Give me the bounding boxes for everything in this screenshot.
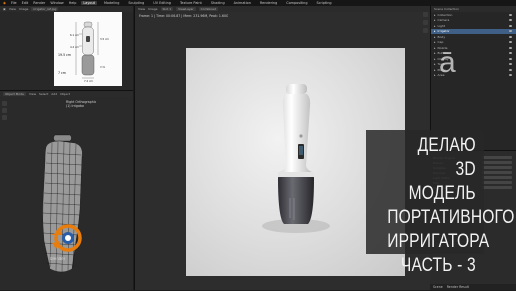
view-layer-dropdown[interactable]: ViewLayer bbox=[176, 7, 196, 11]
render-view-menu[interactable]: View bbox=[138, 7, 145, 11]
status-bar: Scene Render Result bbox=[430, 284, 516, 290]
property-field[interactable] bbox=[482, 161, 512, 164]
tab-texture-paint[interactable]: Texture Paint bbox=[178, 1, 204, 5]
wireframe-model bbox=[42, 134, 83, 273]
object-icon: ▸ bbox=[434, 62, 436, 67]
property-field[interactable] bbox=[482, 171, 512, 174]
visibility-eye-icon[interactable] bbox=[509, 46, 512, 49]
dim-mid-label: 4.2 cm bbox=[70, 45, 79, 49]
object-icon: ▸ bbox=[434, 18, 436, 23]
property-field[interactable] bbox=[482, 181, 512, 184]
slot-dropdown[interactable]: Slot 1 bbox=[160, 7, 174, 11]
reference-drawing: 6.1 cm 4.2 cm 3.5 cm 7.2 cm 19.5 cm 7 cm… bbox=[58, 21, 109, 83]
title-line-5: ЧАСТЬ - 3 bbox=[400, 255, 476, 276]
blender-logo-icon bbox=[50, 224, 82, 252]
tab-sculpting[interactable]: Sculpting bbox=[126, 1, 146, 5]
object-icon: ▸ bbox=[434, 51, 436, 56]
property-field[interactable] bbox=[482, 176, 512, 179]
tab-animation[interactable]: Animation bbox=[232, 1, 253, 5]
title-line-1: ДЕЛАЮ bbox=[417, 135, 476, 156]
render-view-header: View Image Slot 1 ViewLayer Combined bbox=[135, 6, 430, 12]
object-icon: ▸ bbox=[434, 12, 436, 17]
object-icon: ▸ bbox=[434, 23, 436, 28]
menu-window[interactable]: Window bbox=[50, 1, 63, 5]
blender-menu-icon[interactable]: ◉ bbox=[3, 1, 6, 5]
n-panel-tabs bbox=[421, 12, 430, 82]
editor-type-icon[interactable]: ▣ bbox=[3, 7, 6, 11]
dim-side-label: 3.5 cm bbox=[100, 37, 109, 41]
property-field[interactable] bbox=[482, 156, 512, 159]
visibility-eye-icon[interactable] bbox=[509, 19, 512, 22]
menu-render[interactable]: Render bbox=[33, 1, 45, 5]
render-image-menu[interactable]: Image bbox=[148, 7, 157, 11]
property-field[interactable] bbox=[482, 186, 512, 189]
visibility-eye-icon[interactable] bbox=[509, 57, 512, 60]
title-line-3: ПОРТАТИВНОГО bbox=[387, 207, 515, 228]
visibility-eye-icon[interactable] bbox=[509, 30, 512, 33]
blender-logo-text: blender bbox=[50, 257, 66, 261]
menu-help[interactable]: Help bbox=[69, 1, 77, 5]
tool-tab[interactable] bbox=[423, 20, 428, 25]
tab-layout[interactable]: Layout bbox=[81, 1, 97, 5]
status-scene: Scene bbox=[433, 285, 443, 289]
status-render-result: Render Result bbox=[446, 285, 469, 289]
outliner-item-label: Cap bbox=[437, 40, 444, 45]
image-name-field[interactable]: irrigator_ref.jpg bbox=[31, 7, 59, 11]
object-icon: ▸ bbox=[434, 40, 436, 45]
object-icon: ▸ bbox=[434, 45, 436, 50]
dim-top-label: 6.1 cm bbox=[70, 33, 79, 37]
dim-base-label: 7.2 cm bbox=[84, 79, 93, 83]
visibility-eye-icon[interactable] bbox=[509, 68, 512, 71]
visibility-eye-icon[interactable] bbox=[509, 63, 512, 66]
dim-note-label: 7cm bbox=[100, 66, 106, 69]
tab-uv-editing[interactable]: UV Editing bbox=[151, 1, 173, 5]
visibility-eye-icon[interactable] bbox=[509, 74, 512, 77]
visibility-eye-icon[interactable] bbox=[509, 52, 512, 55]
visibility-eye-icon[interactable] bbox=[509, 24, 512, 27]
object-icon: ▸ bbox=[434, 73, 436, 78]
outliner-item-label: Body bbox=[437, 34, 446, 39]
outliner-item-label: Irrigator bbox=[437, 29, 450, 34]
dim-width-label: 7 cm bbox=[58, 71, 66, 75]
outliner-item-label: Camera bbox=[437, 18, 450, 23]
tab-rendering[interactable]: Rendering bbox=[258, 1, 279, 5]
visibility-eye-icon[interactable] bbox=[509, 35, 512, 38]
menu-edit[interactable]: Edit bbox=[22, 1, 29, 5]
dim-height-label: 19.5 cm bbox=[58, 53, 71, 57]
tab-shading[interactable]: Shading bbox=[209, 1, 227, 5]
image-editor-view-menu[interactable]: View bbox=[9, 7, 16, 11]
object-icon: ▸ bbox=[434, 34, 436, 39]
property-field[interactable] bbox=[482, 166, 512, 169]
outliner-item-label: Light bbox=[437, 23, 446, 28]
image-editor-image-menu[interactable]: Image bbox=[19, 7, 28, 11]
tab-scripting[interactable]: Scripting bbox=[315, 1, 334, 5]
tab-compositing[interactable]: Compositing bbox=[284, 1, 309, 5]
menu-file[interactable]: File bbox=[11, 1, 17, 5]
outliner-item-label: Collection bbox=[437, 12, 453, 17]
render-info-text: Frame: 1 | Time: 00:06.87 | Mem: 231.96M… bbox=[139, 14, 229, 18]
tab-modeling[interactable]: Modeling bbox=[102, 1, 121, 5]
title-line-2: 3D МОДЕЛЬ bbox=[408, 159, 476, 204]
item-tab[interactable] bbox=[423, 12, 428, 17]
pass-dropdown[interactable]: Combined bbox=[198, 7, 218, 11]
left-3d-viewport[interactable]: Object Mode View Select Add Object Right… bbox=[0, 90, 133, 290]
watermark-a-icon: ā bbox=[439, 46, 456, 79]
outliner-title: Scene Collection bbox=[434, 7, 459, 11]
video-title-overlay: ДЕЛАЮ 3D МОДЕЛЬ ПОРТАТИВНОГО ИРРИГАТОРА … bbox=[366, 130, 515, 276]
object-icon: ▸ bbox=[434, 56, 436, 61]
visibility-eye-icon[interactable] bbox=[509, 41, 512, 44]
visibility-eye-icon[interactable] bbox=[509, 13, 512, 16]
object-icon: ▸ bbox=[434, 67, 436, 72]
reference-image: 6.1 cm 4.2 cm 3.5 cm 7.2 cm 19.5 cm 7 cm… bbox=[54, 12, 122, 86]
title-line-4: ИРРИГАТОРА bbox=[387, 231, 490, 252]
view-tab[interactable] bbox=[423, 28, 428, 33]
object-icon: ▸ bbox=[434, 29, 436, 34]
